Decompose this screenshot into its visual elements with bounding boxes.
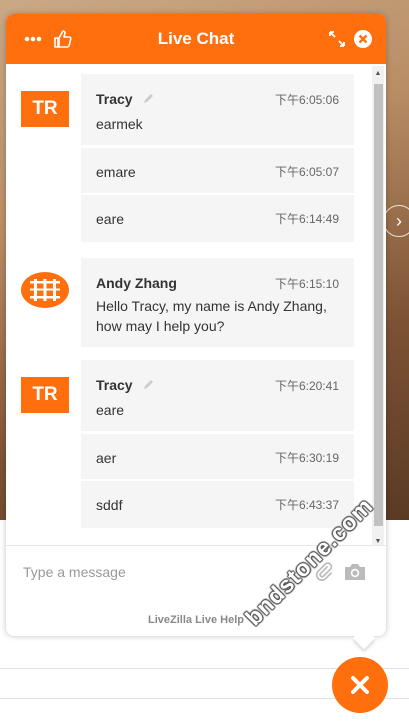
message-text-line: how may I help you? xyxy=(96,318,225,334)
message-bubble: Tracy 下午6:05:06 earmek xyxy=(81,74,354,145)
message-list[interactable]: TR Tracy 下午6:05:06 earmek 下午6:05:07 emar… xyxy=(6,64,386,544)
message-text: earmek xyxy=(96,116,143,132)
message-text: aer xyxy=(96,450,117,466)
avatar: TR xyxy=(21,377,69,413)
toggle-chat-button[interactable] xyxy=(332,657,388,713)
message-text: Hello Tracy, my name is Andy Zhang, how … xyxy=(96,296,339,336)
author-name: Tracy xyxy=(96,91,133,107)
message-text: eare xyxy=(96,211,125,227)
thumbs-up-icon[interactable] xyxy=(50,26,76,52)
author-name: Andy Zhang xyxy=(96,275,177,291)
chat-header: Live Chat xyxy=(6,14,386,64)
carousel-next-icon[interactable]: › xyxy=(383,205,409,237)
scroll-up-icon[interactable]: ▲ xyxy=(372,68,384,80)
message-time: 下午6:20:41 xyxy=(274,379,339,393)
camera-icon[interactable] xyxy=(343,562,367,587)
scrollbar-thumb[interactable] xyxy=(374,84,383,526)
message-text: sddf xyxy=(96,497,123,513)
message-text-line: Hello Tracy, my name is Andy Zhang, xyxy=(96,298,327,314)
message-time: 下午6:15:10 xyxy=(274,277,339,291)
close-icon xyxy=(351,676,369,694)
message-bubble: Andy Zhang 下午6:15:10 Hello Tracy, my nam… xyxy=(81,258,354,347)
expand-icon[interactable] xyxy=(324,26,350,52)
message-bubble: 下午6:30:19 aer xyxy=(81,434,354,479)
message-text: emare xyxy=(96,164,136,180)
message-input[interactable]: Type a message xyxy=(23,564,126,580)
edit-name-icon[interactable] xyxy=(143,377,155,393)
more-options-icon[interactable] xyxy=(20,26,46,52)
message-bubble: Tracy 下午6:20:41 eare xyxy=(81,360,354,431)
message-text: eare xyxy=(96,402,125,418)
avatar: TR xyxy=(21,91,69,127)
powered-by-link[interactable]: LiveZilla Live Help xyxy=(6,614,386,626)
operator-logo-icon xyxy=(21,272,69,308)
message-scrollbar[interactable]: ▲ ▼ xyxy=(372,66,384,546)
close-icon[interactable] xyxy=(350,26,376,52)
message-time: 下午6:05:06 xyxy=(274,93,339,107)
message-bubble: 下午6:05:07 emare xyxy=(81,148,354,193)
author-name: Tracy xyxy=(96,377,133,393)
message-bubble: 下午6:14:49 eare xyxy=(81,195,354,242)
edit-name-icon[interactable] xyxy=(143,91,155,107)
message-bubble: 下午6:43:37 sddf xyxy=(81,481,354,528)
